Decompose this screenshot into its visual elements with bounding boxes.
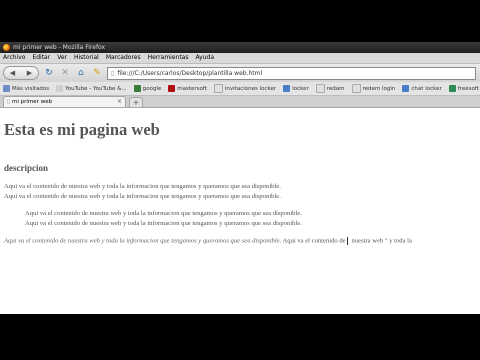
bookmark-label: invitaciones locker: [224, 85, 277, 92]
bookmark-icon: [133, 85, 141, 92]
bookmark-label: chat locker: [411, 85, 442, 92]
forward-button-icon[interactable]: ▶: [27, 69, 32, 77]
back-forward-group: ◀ ▶: [3, 66, 39, 80]
bookmark-icon: [168, 85, 176, 92]
bookmark-label: locker: [292, 85, 309, 92]
title-bar: mi primer web - Mozilla Firefox: [0, 42, 480, 53]
page-subheading: descripcion: [4, 163, 48, 173]
url-text: file:///C:/Users/carlos/Desktop/plantill…: [117, 69, 263, 77]
bookmark-item[interactable]: mastersoft: [168, 85, 207, 92]
new-tab-button[interactable]: +: [129, 97, 143, 107]
navigation-toolbar: ◀ ▶ ↻ ✕ ⌂ ✎ ▯ file:///C:/Users/carlos/De…: [0, 64, 480, 82]
bookmark-icon: [448, 85, 456, 92]
menu-ver[interactable]: Ver: [57, 53, 67, 63]
url-bar[interactable]: ▯ file:///C:/Users/carlos/Desktop/planti…: [107, 66, 476, 80]
tab-mi-primer-web[interactable]: ▯ mi primer web ×: [3, 96, 126, 107]
bookmark-item[interactable]: freesoft: [448, 85, 479, 92]
back-button-icon[interactable]: ◀: [10, 69, 15, 77]
bookmark-item[interactable]: YouTube - YouTube &...: [56, 85, 127, 92]
mixed-paragraph: Aqui va el contenido de nuestra web y to…: [4, 237, 412, 245]
bookmark-item[interactable]: chat locker: [402, 85, 442, 92]
page-heading: Esta es mi pagina web: [4, 120, 160, 139]
bookmark-item[interactable]: google: [133, 85, 162, 92]
bookmark-label: YouTube - YouTube &...: [65, 85, 127, 92]
window-title: mi primer web - Mozilla Firefox: [13, 44, 106, 51]
bookmark-label: redem login: [362, 85, 396, 92]
menu-herramientas[interactable]: Herramientas: [148, 53, 189, 63]
menu-bar: Archivo Editar Ver Historial Marcadores …: [0, 53, 480, 64]
blockquote-line: Aqui va el contenido de nuestra web y to…: [25, 220, 302, 227]
reload-icon[interactable]: ↻: [43, 68, 55, 78]
bookmark-item[interactable]: locker: [283, 85, 309, 92]
menu-historial[interactable]: Historial: [74, 53, 99, 63]
bookmark-icon: [402, 85, 410, 92]
stop-icon[interactable]: ✕: [59, 68, 71, 78]
menu-editar[interactable]: Editar: [32, 53, 50, 63]
page-icon: ▯: [7, 99, 11, 105]
home-icon[interactable]: ⌂: [75, 68, 87, 78]
bookmark-label: freesoft: [457, 85, 479, 92]
paragraph-line: Aqui va el contenido de nuestra web y to…: [4, 193, 281, 200]
bookmark-icon: [213, 84, 223, 93]
bookmark-icon: [315, 84, 325, 93]
bookmark-label: mastersoft: [177, 85, 207, 92]
bookmark-icon: [56, 85, 64, 92]
bookmarks-toolbar: Más visitados YouTube - YouTube &... goo…: [0, 82, 480, 96]
menu-marcadores[interactable]: Marcadores: [106, 53, 141, 63]
normal-text: nuestra web " y toda la: [351, 237, 412, 245]
bookmark-icon: [3, 85, 10, 92]
page-content: Esta es mi pagina web descripcion Aqui v…: [0, 117, 480, 314]
bookmark-icon: [351, 84, 361, 93]
bookmark-label: google: [142, 85, 162, 92]
blockquote-line: Aqui va el contenido de nuestra web y to…: [25, 210, 302, 217]
bookmark-item[interactable]: redam: [315, 84, 345, 93]
bookmark-label: Más visitados: [12, 85, 50, 92]
firefox-logo-icon: [3, 44, 10, 51]
tab-close-icon[interactable]: ×: [117, 97, 122, 107]
addon-icon[interactable]: ✎: [91, 68, 103, 78]
menu-archivo[interactable]: Archivo: [3, 53, 25, 63]
bookmark-item[interactable]: redem login: [351, 84, 396, 93]
italic-text: Aqui va el contenido de nuestra web y to…: [4, 237, 282, 245]
bookmark-label: redam: [326, 85, 345, 92]
browser-window: mi primer web - Mozilla Firefox Archivo …: [0, 42, 480, 314]
paragraph-line: Aqui va el contenido de nuestra web y to…: [4, 183, 281, 190]
bookmark-item[interactable]: Más visitados: [3, 85, 49, 92]
normal-text: Aqui va el contenido de: [281, 237, 346, 245]
bookmark-icon: [283, 85, 291, 92]
tab-bar: ▯ mi primer web × +: [0, 96, 480, 108]
bookmark-item[interactable]: invitaciones locker: [213, 84, 277, 93]
tab-label: mi primer web: [12, 99, 53, 105]
page-file-icon: ▯: [111, 69, 115, 77]
menu-ayuda[interactable]: Ayuda: [195, 53, 214, 63]
